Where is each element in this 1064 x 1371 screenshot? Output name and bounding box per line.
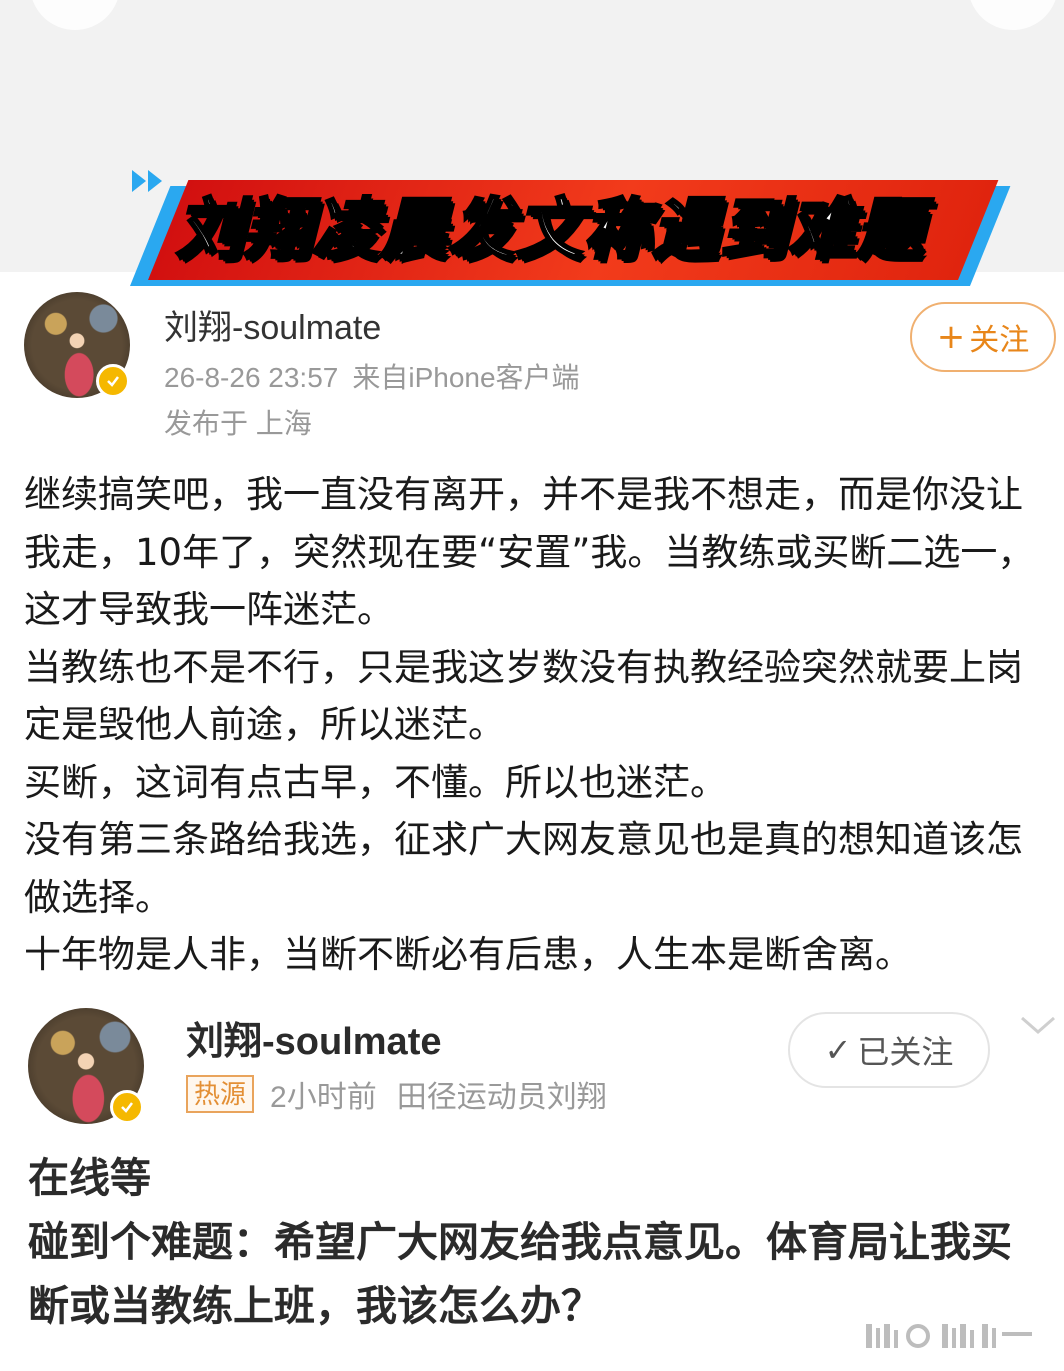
- time-ago: 2小时前: [270, 1081, 377, 1114]
- post-body: 在线等 碰到个难题：希望广大网友给我点意见。体育局让我买断或当教练上班，我该怎么…: [28, 1146, 1038, 1338]
- follow-button-label: 关注: [969, 323, 1030, 358]
- post-location: 发布于 上海: [164, 408, 312, 439]
- avatar[interactable]: [24, 292, 130, 398]
- post-paragraph: 当教练也不是不行，只是我这岁数没有执教经验突然就要上岗定是毁他人前途，所以迷茫。: [24, 645, 1023, 747]
- post-paragraph: 十年物是人非，当断不断必有后患，人生本是断舍离。: [24, 933, 912, 976]
- avatar[interactable]: [28, 1008, 144, 1124]
- user-subtitle: 田径运动员刘翔: [396, 1081, 607, 1114]
- post-paragraph: 没有第三条路给我选，征求广大网友意见也是真的想知道该怎做选择。: [24, 818, 1023, 919]
- username[interactable]: 刘翔-soulmate: [164, 300, 381, 349]
- timestamp: 26-8-26 23:57: [164, 362, 339, 393]
- followed-button-label: 已关注: [857, 1033, 954, 1071]
- hot-source-tag[interactable]: 热源: [186, 1075, 255, 1113]
- watermark-logo-icon: [866, 1324, 1032, 1348]
- followed-button[interactable]: ✓ 已关注: [788, 1012, 990, 1088]
- post-meta: 热源 2小时前 田径运动员刘翔: [186, 1072, 607, 1116]
- check-icon: ✓: [824, 1031, 852, 1069]
- headline-title: 刘翔凌晨发文称遇到难题: [175, 190, 924, 270]
- follow-button[interactable]: + 关注: [910, 302, 1056, 372]
- post-body: 继续搞笑吧，我一直没有离开，并不是我不想走，而是你没让我走，10年了，突然现在要…: [24, 466, 1044, 984]
- verified-badge-icon: [110, 1090, 144, 1124]
- post-paragraph: 买断，这词有点古早，不懂。所以也迷茫。: [24, 760, 727, 804]
- post-meta: 26-8-26 23:57 来自iPhone客户端: [164, 356, 580, 396]
- post-paragraph: 继续搞笑吧，我一直没有离开，并不是我不想走，而是你没让我走，10年了，突然现在要…: [24, 473, 1035, 631]
- username[interactable]: 刘翔-soulmate: [186, 1010, 441, 1065]
- plus-icon: +: [936, 317, 966, 357]
- post-source: 来自iPhone客户端: [352, 362, 580, 393]
- post-paragraph: 在线等: [28, 1154, 151, 1202]
- chevron-down-icon[interactable]: [1018, 1014, 1058, 1038]
- verified-badge-icon: [96, 364, 130, 398]
